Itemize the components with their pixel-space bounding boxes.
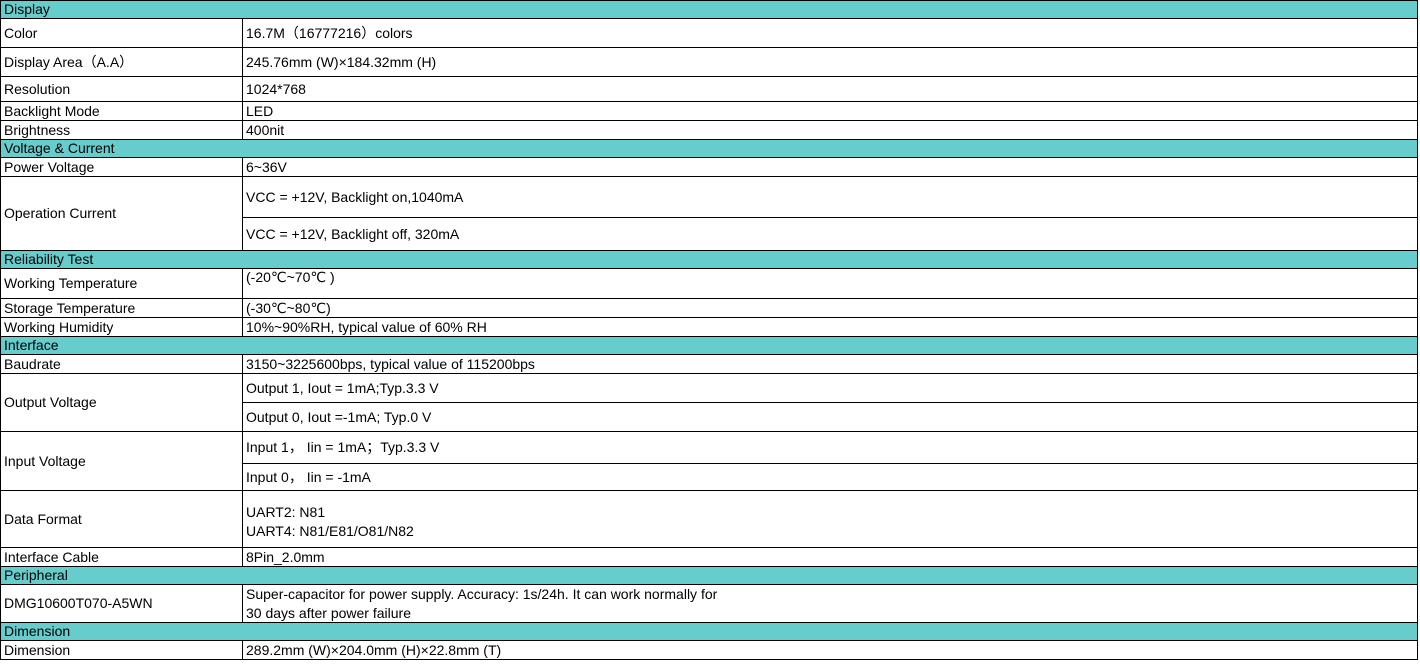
spec-value-multiline: UART2: N81 UART4: N81/E81/O81/N82 bbox=[242, 490, 1418, 548]
spec-row-working-temperature: Working Temperature (-20℃~70℃ ) bbox=[0, 268, 1418, 299]
spec-label: Storage Temperature bbox=[0, 298, 243, 318]
spec-value: 400nit bbox=[242, 120, 1418, 140]
spec-row-baudrate: Baudrate 3150~3225600bps, typical value … bbox=[0, 354, 1418, 374]
section-voltage-row: Voltage & Current bbox=[0, 139, 1418, 158]
spec-row-interface-cable: Interface Cable 8Pin_2.0mm bbox=[0, 547, 1418, 567]
spec-value: Input 0， Iin = -1mA bbox=[242, 463, 1418, 491]
spec-label: Data Format bbox=[0, 490, 243, 548]
section-dimension-header: Dimension bbox=[0, 622, 1418, 641]
spec-value-multiline: Super-capacitor for power supply. Accura… bbox=[242, 584, 1418, 623]
peripheral-line-2: 30 days after power failure bbox=[246, 604, 411, 621]
spec-label: Baudrate bbox=[0, 354, 243, 374]
spec-table: Display Color 16.7M（16777216）colors Disp… bbox=[0, 0, 1418, 660]
spec-label: Resolution bbox=[0, 76, 243, 102]
data-format-line-1: UART2: N81 bbox=[246, 504, 326, 520]
spec-label: Input Voltage bbox=[0, 431, 243, 491]
spec-row-display-area: Display Area（A.A） 245.76mm (W)×184.32mm … bbox=[0, 47, 1418, 77]
spec-row-storage-temperature: Storage Temperature (-30℃~80℃) bbox=[0, 298, 1418, 318]
spec-value: 289.2mm (W)×204.0mm (H)×22.8mm (T) bbox=[242, 640, 1418, 660]
spec-label: Working Humidity bbox=[0, 317, 243, 337]
spec-value: 16.7M（16777216）colors bbox=[242, 18, 1418, 48]
spec-label: Display Area（A.A） bbox=[0, 47, 243, 77]
spec-value: VCC = +12V, Backlight on,1040mA bbox=[242, 176, 1418, 218]
section-interface-header: Interface bbox=[0, 336, 1418, 355]
peripheral-line-1: Super-capacitor for power supply. Accura… bbox=[246, 585, 718, 602]
data-format-line-2: UART4: N81/E81/O81/N82 bbox=[246, 523, 414, 539]
spec-value: (-20℃~70℃ ) bbox=[242, 268, 1418, 299]
spec-value: 245.76mm (W)×184.32mm (H) bbox=[242, 47, 1418, 77]
spec-value: 1024*768 bbox=[242, 76, 1418, 102]
spec-row-data-format: Data Format UART2: N81 UART4: N81/E81/O8… bbox=[0, 490, 1418, 548]
spec-row-operation-current: Operation Current VCC = +12V, Backlight … bbox=[0, 176, 1418, 251]
spec-label: DMG10600T070-A5WN bbox=[0, 584, 243, 623]
spec-row-resolution: Resolution 1024*768 bbox=[0, 76, 1418, 102]
section-reliability-header: Reliability Test bbox=[0, 250, 1418, 269]
spec-value: Output 1, Iout = 1mA;Typ.3.3 V bbox=[242, 373, 1418, 403]
spec-label: Dimension bbox=[0, 640, 243, 660]
spec-row-dimension: Dimension 289.2mm (W)×204.0mm (H)×22.8mm… bbox=[0, 640, 1418, 660]
spec-row-color: Color 16.7M（16777216）colors bbox=[0, 18, 1418, 48]
section-peripheral-header: Peripheral bbox=[0, 566, 1418, 585]
spec-label: Interface Cable bbox=[0, 547, 243, 567]
spec-value: 10%~90%RH, typical value of 60% RH bbox=[242, 317, 1418, 337]
spec-row-input-voltage: Input Voltage Input 1， Iin = 1mA；Typ.3.3… bbox=[0, 431, 1418, 491]
spec-value: 3150~3225600bps, typical value of 115200… bbox=[242, 354, 1418, 374]
section-display-header: Display bbox=[0, 0, 1418, 19]
spec-row-working-humidity: Working Humidity 10%~90%RH, typical valu… bbox=[0, 317, 1418, 337]
spec-label: Brightness bbox=[0, 120, 243, 140]
section-dimension-row: Dimension bbox=[0, 622, 1418, 641]
section-voltage-header: Voltage & Current bbox=[0, 139, 1418, 158]
spec-value: Input 1， Iin = 1mA；Typ.3.3 V bbox=[242, 431, 1418, 464]
spec-row-output-voltage: Output Voltage Output 1, Iout = 1mA;Typ.… bbox=[0, 373, 1418, 432]
spec-value: Output 0, Iout =-1mA; Typ.0 V bbox=[242, 402, 1418, 432]
spec-label: Operation Current bbox=[0, 176, 243, 251]
section-display-row: Display bbox=[0, 0, 1418, 19]
spec-row-backlight: Backlight Mode LED bbox=[0, 101, 1418, 121]
section-reliability-row: Reliability Test bbox=[0, 250, 1418, 269]
section-peripheral-row: Peripheral bbox=[0, 566, 1418, 585]
spec-row-brightness: Brightness 400nit bbox=[0, 120, 1418, 140]
spec-value: VCC = +12V, Backlight off, 320mA bbox=[242, 217, 1418, 251]
spec-row-power-voltage: Power Voltage 6~36V bbox=[0, 157, 1418, 177]
spec-value: LED bbox=[242, 101, 1418, 121]
spec-label: Power Voltage bbox=[0, 157, 243, 177]
spec-row-peripheral-rtc: DMG10600T070-A5WN Super-capacitor for po… bbox=[0, 584, 1418, 623]
spec-label: Color bbox=[0, 18, 243, 48]
spec-label: Output Voltage bbox=[0, 373, 243, 432]
spec-label: Working Temperature bbox=[0, 268, 243, 299]
spec-label: Backlight Mode bbox=[0, 101, 243, 121]
spec-value: 8Pin_2.0mm bbox=[242, 547, 1418, 567]
section-interface-row: Interface bbox=[0, 336, 1418, 355]
spec-value: (-30℃~80℃) bbox=[242, 298, 1418, 318]
spec-value: 6~36V bbox=[242, 157, 1418, 177]
